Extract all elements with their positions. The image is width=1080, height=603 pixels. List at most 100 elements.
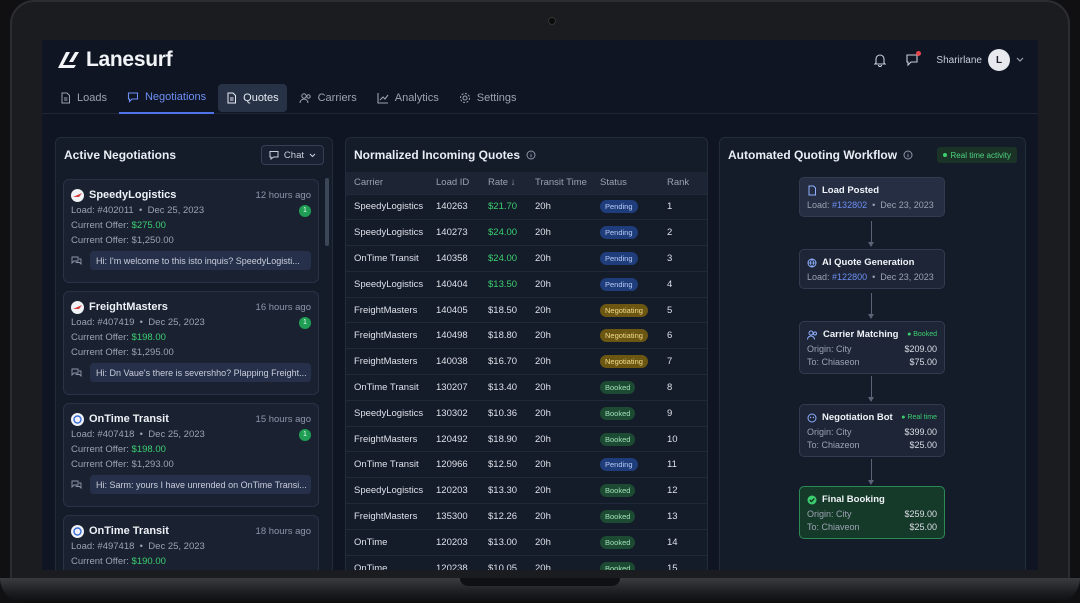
offer-line: Current Offer: $1,250.00: [71, 235, 174, 246]
negotiation-card[interactable]: OnTime Transit 15 hours ago Load: #40741…: [63, 403, 319, 507]
status-tag-text: Booked: [913, 331, 937, 338]
load-id-cell: 140405: [436, 304, 468, 316]
status-badge: Booked: [600, 380, 636, 394]
table-row[interactable]: SpeedyLogistics 120203 $13.30 20h Booked 12: [346, 477, 707, 504]
status-cell: Booked: [592, 555, 659, 570]
table-row[interactable]: SpeedyLogistics 140263 $21.70 20h Pending 1: [346, 194, 707, 220]
column-header-text: Rate: [488, 177, 509, 189]
table-row[interactable]: FreightMasters 140038 $16.70 20h Negotiating…: [346, 348, 707, 375]
column-header[interactable]: Load ID: [428, 172, 480, 194]
load-id: Load: #407419: [71, 317, 135, 328]
message-preview[interactable]: Hi: Dn Vaue's there is severshho? Plappi…: [90, 363, 311, 382]
offer-value: $198.00: [131, 444, 166, 455]
negotiation-card[interactable]: SpeedyLogistics 12 hours ago Load: #4020…: [63, 179, 319, 283]
message-preview[interactable]: Hi: I'm welcome to this isto inquis? Spe…: [90, 251, 311, 270]
users-icon: [807, 330, 817, 340]
carrier-cell: FreightMasters: [354, 330, 418, 342]
load-link[interactable]: #132802: [832, 200, 867, 210]
column-header[interactable]: Transit Time: [527, 172, 592, 194]
status-tag: ● Booked: [907, 331, 937, 338]
rank-cell: 5: [667, 304, 673, 316]
table-row[interactable]: OnTime 120238 $10.05 20h Booked 15: [346, 555, 707, 570]
arrow-down-icon: [868, 397, 874, 402]
column-header[interactable]: Rank: [659, 172, 707, 194]
table-row[interactable]: SpeedyLogistics 130302 $10.36 20h Booked 9: [346, 400, 707, 426]
chat-icon: [269, 151, 279, 160]
rate-cell: $18.90: [488, 433, 518, 445]
rank-cell: 3: [667, 252, 673, 264]
tab-settings[interactable]: Settings: [451, 84, 525, 112]
rank-cell: 8: [667, 381, 673, 393]
workflow-step-ai-quote[interactable]: AI Quote Generation Load: #122800 • Dec …: [799, 249, 945, 289]
step-title: AI Quote Generation: [822, 257, 915, 268]
load-id-cell: 120238: [436, 562, 468, 570]
unread-badge: 1: [299, 316, 311, 329]
load-id-cell: 140358: [436, 252, 468, 264]
workflow-step-final-booking[interactable]: Final Booking Origin: City $259.00 To: Ch…: [799, 486, 945, 539]
table-row[interactable]: OnTime Transit 140358 $24.00 20h Pending 3: [346, 245, 707, 272]
table-row[interactable]: SpeedyLogistics 140404 $13.50 20h Pending 4: [346, 271, 707, 297]
table-row[interactable]: FreightMasters 135300 $12.26 20h Booked 13: [346, 503, 707, 530]
rate-cell: $24.00: [488, 252, 518, 264]
status-cell: Pending: [592, 194, 659, 220]
tab-negotiations[interactable]: Negotiations: [118, 82, 215, 114]
scrollbar[interactable]: [325, 178, 329, 246]
negotiation-card[interactable]: FreightMasters 16 hours ago Load: #40741…: [63, 291, 319, 395]
tab-loads[interactable]: Loads: [52, 84, 115, 112]
table-row[interactable]: FreightMasters 140498 $18.80 20h Negotiating…: [346, 322, 707, 349]
table-row[interactable]: FreightMasters 140405 $18.50 20h Negotiating…: [346, 297, 707, 323]
message-preview[interactable]: Hi: Sarm: yours I have unrended on OnTim…: [90, 475, 311, 494]
chat-button[interactable]: Chat: [260, 145, 324, 165]
chevron-down-icon: [309, 153, 316, 157]
tab-quotes[interactable]: Quotes: [218, 83, 287, 112]
tab-carriers[interactable]: Carriers: [291, 84, 365, 112]
panel-title-text: Normalized Incoming Quotes: [354, 148, 521, 162]
table-row[interactable]: OnTime Transit 120966 $12.50 20h Pending 11: [346, 451, 707, 478]
info-icon[interactable]: [526, 150, 536, 160]
message-icon[interactable]: [904, 51, 922, 68]
status-cell: Negotiating: [592, 323, 659, 349]
transit-cell: 20h: [535, 227, 551, 239]
transit-cell: 20h: [535, 407, 551, 419]
destination-value: $75.00: [909, 356, 937, 367]
destination-value: $25.00: [909, 521, 937, 532]
rank-cell: 6: [667, 330, 673, 342]
quotes-panel: Normalized Incoming Quotes Carrier Load …: [345, 137, 708, 570]
table-row[interactable]: OnTime Transit 130207 $13.40 20h Booked 8: [346, 374, 707, 401]
status-badge: Pending: [600, 458, 638, 472]
load-date: Dec 25, 2023: [148, 317, 205, 328]
info-icon[interactable]: [903, 150, 913, 160]
column-header[interactable]: Carrier: [346, 172, 428, 194]
rate-cell: $21.70: [488, 201, 518, 213]
column-header[interactable]: Status: [592, 172, 659, 194]
workflow-step-load-posted[interactable]: Load Posted Load: #132802 • Dec 23, 2023: [799, 177, 945, 217]
rank-cell: 7: [667, 356, 673, 368]
tab-label: Carriers: [317, 91, 357, 104]
table-row[interactable]: OnTime 120203 $13.00 20h Booked 14: [346, 529, 707, 555]
origin-value: $259.00: [904, 508, 937, 519]
rank-cell: 15: [667, 562, 678, 570]
user-menu[interactable]: Sharirlane L: [936, 49, 1024, 71]
app-screen: Lanesurf Sharirlane L Loads Negotiations: [42, 40, 1038, 570]
panel-title: Active Negotiations: [64, 148, 177, 162]
rate-cell: $10.36: [488, 407, 518, 419]
negotiation-card[interactable]: OnTime Transit 18 hours ago Load: #49741…: [63, 515, 319, 570]
bell-icon[interactable]: [872, 52, 888, 68]
quotes-table: Carrier Load ID Rate ↓ Transit Time Stat…: [346, 172, 707, 570]
origin-value: $399.00: [904, 426, 937, 437]
workflow-step-carrier-matching[interactable]: Carrier Matching ● Booked Origin: City $2…: [799, 321, 945, 374]
load-id-cell: 120966: [436, 459, 468, 471]
panel-title: Automated Quoting Workflow: [728, 148, 913, 162]
carrier-cell: OnTime: [354, 536, 388, 548]
load-id-cell: 140273: [436, 227, 468, 239]
rank-cell: 10: [667, 433, 678, 445]
workflow-step-negotiation-bot[interactable]: Negotiation Bot ● Real time Origin: City…: [799, 404, 945, 457]
timestamp: 12 hours ago: [255, 189, 311, 201]
logo[interactable]: Lanesurf: [56, 48, 173, 72]
table-row[interactable]: FreightMasters 120492 $18.90 20h Booked 10: [346, 426, 707, 452]
carrier-cell: OnTime Transit: [354, 252, 419, 264]
column-header[interactable]: Rate ↓: [480, 172, 527, 194]
table-row[interactable]: SpeedyLogistics 140273 $24.00 20h Pending 2: [346, 219, 707, 246]
load-link[interactable]: #122800: [832, 272, 867, 282]
tab-analytics[interactable]: Analytics: [369, 84, 447, 112]
